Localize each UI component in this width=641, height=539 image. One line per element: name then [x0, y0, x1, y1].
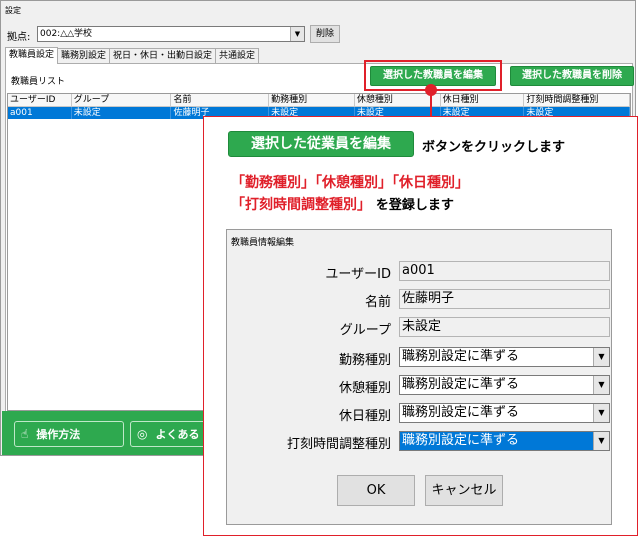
callout-types-line1: 「勤務種別」「休憩種別」「休日種別」: [231, 175, 469, 191]
table-cell: 未設定: [72, 107, 172, 119]
chevron-down-icon[interactable]: ▼: [593, 432, 609, 450]
delete-base-button[interactable]: 削除: [310, 25, 340, 43]
user-id-field: a001: [399, 261, 610, 281]
window-title: 設定: [5, 6, 21, 15]
callout-register-instruction: 「勤務種別」「休憩種別」「休日種別」 「打刻時間調整種別」 を登録します: [231, 172, 469, 217]
tab-job-settings[interactable]: 職務別設定: [57, 48, 111, 63]
dialog-title: 教職員情報編集: [231, 238, 295, 248]
chevron-down-icon[interactable]: ▼: [593, 348, 609, 366]
tab-staff-settings[interactable]: 教職員設定: [5, 47, 59, 64]
chevron-down-icon[interactable]: ▼: [593, 404, 609, 422]
cancel-button[interactable]: キャンセル: [425, 475, 503, 506]
user-id-label: ユーザーID: [325, 267, 391, 282]
column-header-stamp-adjust-type[interactable]: 打刻時間調整種別: [524, 94, 630, 106]
group-label: グループ: [339, 323, 391, 338]
base-label: 拠点:: [7, 32, 31, 43]
how-to-use-button[interactable]: ☝ 操作方法: [14, 421, 124, 447]
faq-label: よくある: [155, 428, 200, 441]
chevron-down-icon[interactable]: ▼: [290, 27, 304, 41]
work-type-select[interactable]: 職務別設定に準ずる ▼: [399, 347, 610, 367]
callout-register-suffix: を登録します: [375, 198, 454, 213]
staff-list-label: 教職員リスト: [11, 77, 66, 87]
table-header: ユーザーID グループ 名前 勤務種別 休憩種別 休日種別 打刻時間調整種別: [8, 94, 630, 107]
break-type-select[interactable]: 職務別設定に準ずる ▼: [399, 375, 610, 395]
callout-edit-button: 選択した従業員を編集: [228, 131, 414, 157]
column-header-name[interactable]: 名前: [171, 94, 270, 106]
column-header-user-id[interactable]: ユーザーID: [8, 94, 72, 106]
column-header-holiday-type[interactable]: 休日種別: [441, 94, 525, 106]
column-header-group[interactable]: グループ: [72, 94, 172, 106]
work-type-value: 職務別設定に準ずる: [402, 349, 520, 364]
column-header-break-type[interactable]: 休憩種別: [355, 94, 441, 106]
break-type-label: 休憩種別: [338, 381, 391, 396]
chat-icon: ◎: [137, 427, 148, 441]
stamp-adjust-type-select[interactable]: 職務別設定に準ずる ▼: [399, 431, 610, 451]
delete-selected-staff-button[interactable]: 選択した教職員を削除: [510, 66, 634, 86]
tab-bar: 教職員設定 職務別設定 祝日・休日・出勤日設定 共通設定: [5, 47, 260, 64]
staff-edit-dialog: 教職員情報編集 ユーザーID a001 名前 佐藤明子 グループ 未設定 勤務種…: [226, 229, 612, 525]
table-cell: a001: [8, 107, 72, 119]
work-type-label: 勤務種別: [338, 353, 391, 368]
chevron-down-icon[interactable]: ▼: [593, 376, 609, 394]
holiday-type-select[interactable]: 職務別設定に準ずる ▼: [399, 403, 610, 423]
callout-pointer-line: [430, 94, 432, 118]
base-select-value: 002:△△学校: [40, 29, 93, 39]
stamp-adjust-type-label: 打刻時間調整種別: [286, 437, 391, 452]
holiday-type-value: 職務別設定に準ずる: [402, 405, 520, 420]
instruction-callout: 選択した従業員を編集 ボタンをクリックします 「勤務種別」「休憩種別」「休日種別…: [203, 116, 638, 536]
callout-types-line2: 「打刻時間調整種別」: [231, 197, 371, 213]
ok-button[interactable]: OK: [337, 475, 415, 506]
edit-selected-staff-button[interactable]: 選択した教職員を編集: [370, 66, 496, 86]
stamp-adjust-type-value: 職務別設定に準ずる: [402, 433, 520, 448]
holiday-type-label: 休日種別: [338, 409, 391, 424]
name-field: 佐藤明子: [399, 289, 610, 309]
group-field: 未設定: [399, 317, 610, 337]
column-header-work-type[interactable]: 勤務種別: [269, 94, 355, 106]
callout-click-instruction: ボタンをクリックします: [422, 140, 566, 155]
faq-button[interactable]: ◎ よくある: [130, 421, 210, 447]
how-to-use-label: 操作方法: [36, 428, 81, 441]
tab-common-settings[interactable]: 共通設定: [215, 48, 260, 63]
break-type-value: 職務別設定に準ずる: [402, 377, 520, 392]
base-select[interactable]: 002:△△学校 ▼: [37, 26, 305, 42]
hand-pointer-icon: ☝: [21, 427, 29, 441]
name-label: 名前: [364, 295, 391, 310]
tab-holiday-settings[interactable]: 祝日・休日・出勤日設定: [109, 48, 217, 63]
